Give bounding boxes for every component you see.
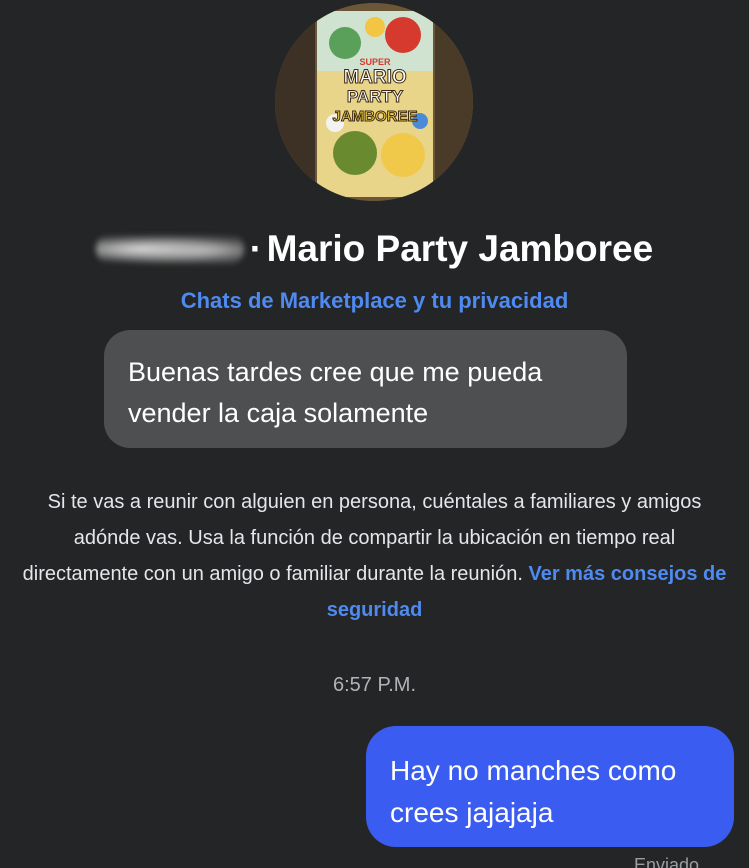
game-box-image: SUPER MARIO PARTY JAMBOREE [275,3,473,201]
safety-notice: Si te vas a reunir con alguien en person… [20,484,729,628]
title-separator: · [249,228,263,269]
outgoing-message[interactable]: Hay no manches como crees jajajaja [366,726,734,847]
box-logo-party: PARTY [347,87,404,106]
marketplace-privacy-link[interactable]: Chats de Marketplace y tu privacidad [0,288,749,314]
box-logo-jamboree: JAMBOREE [332,108,417,125]
message-timestamp: 6:57 P.M. [332,674,417,696]
incoming-message[interactable]: Buenas tardes cree que me pueda vender l… [104,330,627,448]
box-logo-super: SUPER [359,57,391,67]
chat-screen: SUPER MARIO PARTY JAMBOREE · Mario Party… [0,0,749,868]
message-status: Enviado [634,855,700,868]
redacted-seller-name [95,234,244,264]
listing-avatar[interactable]: SUPER MARIO PARTY JAMBOREE [275,3,473,201]
listing-title: Mario Party Jamboree [266,228,654,269]
conversation-title: · Mario Party Jamboree [0,228,749,270]
box-logo-mario: MARIO [343,67,406,88]
